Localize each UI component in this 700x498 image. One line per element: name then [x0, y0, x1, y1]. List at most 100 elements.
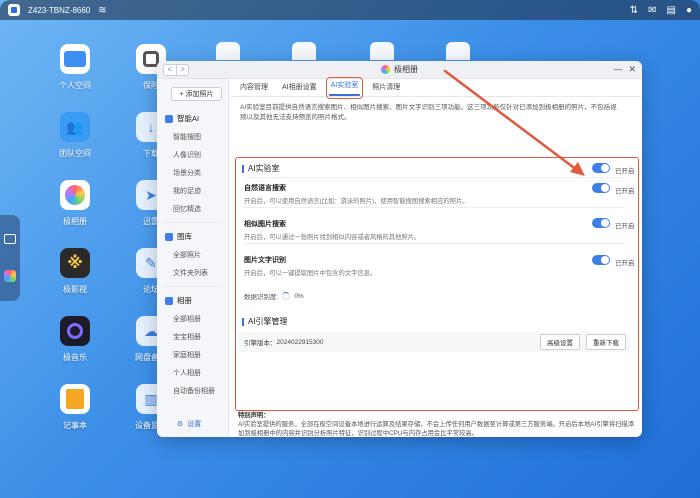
divider	[244, 207, 624, 208]
divider	[163, 222, 222, 223]
feature-similar-image: 相似图片搜索 开启后，可以通过一张照片找到相似内容或者风格的其他照片。	[244, 219, 624, 241]
feature-title: 自然语言搜索	[244, 185, 286, 192]
folder-icon	[60, 44, 90, 74]
top-bar: Z423-TBNZ-8660 ≋ ⇅ ✉ ▤ ●	[0, 0, 700, 20]
ai-lab-title: AI实验室	[242, 163, 280, 174]
window-title: 极相册	[157, 64, 642, 75]
sidebar-item-footprints[interactable]: 我的足迹	[157, 182, 228, 200]
divider	[244, 177, 624, 178]
team-folder-icon: 👥	[60, 112, 90, 142]
tab-photo-cleanup[interactable]: 照片清理	[370, 82, 402, 96]
main-content: 内容管理 AI相册设置 AI实验室 照片清理 AI实验室目前提供自然语言搜索图片…	[230, 77, 642, 437]
feature-desc: 开启后，可以使用自然语言(比如：游泳的照片)，使用智能搜图搜索相应的照片。	[244, 198, 469, 205]
sidebar-group-album[interactable]: 相册	[157, 291, 228, 310]
add-photos-button[interactable]: + 添加照片	[171, 87, 222, 101]
feature-natural-language: 自然语言搜索 开启后，可以使用自然语言(比如：游泳的照片)，使用智能搜图搜索相应…	[244, 183, 624, 205]
sidebar-group-ai[interactable]: 智能AI	[157, 109, 228, 128]
special-notice: 特别声明： AI实验室提供的服务，全部在极空间设备本地进行运算及结果存储，不会上…	[238, 411, 638, 437]
desktop-icon-label: 极影视	[63, 285, 87, 294]
transfer-icon[interactable]: ⇅	[630, 5, 638, 16]
sidebar-item-all-photos[interactable]: 全部照片	[157, 246, 228, 264]
progress-value: 0%	[294, 292, 304, 300]
settings-button[interactable]: ⚙ 设置	[177, 419, 201, 429]
sidebar-group-library[interactable]: 图库	[157, 227, 228, 246]
window-title-text: 极相册	[394, 65, 418, 74]
feature-title: 相似图片搜索	[244, 221, 286, 228]
sidebar-item-auto-backup[interactable]: 自动备份相册	[157, 382, 228, 400]
sidebar: + 添加照片 智能AI 智能搜图 人像识别 场景分类 我的足迹 回忆精选 图库 …	[157, 79, 229, 437]
feature-title: 图片文字识别	[244, 257, 286, 264]
sidebar-group-label: 图库	[177, 232, 192, 241]
desktop: Z423-TBNZ-8660 ≋ ⇅ ✉ ▤ ● 个人空间 👥 团队空间 极相册…	[0, 0, 700, 498]
settings-label: 设置	[187, 421, 202, 428]
progress-ring-icon	[282, 292, 291, 300]
desktop-icon-personal[interactable]: 个人空间	[45, 44, 105, 91]
message-icon[interactable]: ✉	[648, 5, 656, 16]
section-title-text: AI引擎管理	[248, 317, 288, 326]
sidebar-item-baby-album[interactable]: 宝宝相册	[157, 328, 228, 346]
toggle-status-label: 已开启	[615, 168, 635, 175]
notification-icon[interactable]: ▤	[667, 5, 676, 16]
desktop-icon-label: 记事本	[63, 421, 87, 430]
app-icon-partial	[370, 42, 394, 60]
similar-image-toggle[interactable]	[592, 218, 610, 228]
redownload-button[interactable]: 重新下载	[586, 334, 626, 350]
user-icon[interactable]: ●	[686, 5, 692, 16]
tab-ai-album-settings[interactable]: AI相册设置	[280, 82, 319, 96]
toggle-status-label: 已开启	[615, 260, 635, 267]
advanced-settings-button[interactable]: 高级设置	[540, 334, 580, 350]
video-icon: ※	[60, 248, 90, 278]
photos-app-icon	[381, 65, 390, 74]
ai-lab-master-toggle[interactable]	[592, 163, 610, 173]
desktop-icon-label: 极音乐	[63, 353, 87, 362]
feature-text-recognition: 图片文字识别 开启后，可以一键提取图片中包含的文字信息。	[244, 255, 624, 277]
sidebar-item-faces[interactable]: 人像识别	[157, 146, 228, 164]
desktop-icon-label: 团队空间	[59, 149, 91, 158]
sidebar-group-label: 相册	[177, 296, 192, 305]
text-recognition-toggle[interactable]	[592, 255, 610, 265]
sidebar-item-scenes[interactable]: 场景分类	[157, 164, 228, 182]
sidebar-item-memories[interactable]: 回忆精选	[157, 200, 228, 218]
toggle-status-label: 已开启	[615, 188, 635, 195]
natural-language-toggle[interactable]	[592, 183, 610, 193]
ai-icon	[165, 114, 173, 123]
notice-title: 特别声明：	[238, 412, 270, 419]
recognition-progress: 数据识别度: 0%	[244, 291, 304, 301]
desktop-icon-music[interactable]: 极音乐	[45, 316, 105, 363]
progress-label: 数据识别度:	[244, 294, 279, 301]
sidebar-item-folders[interactable]: 文件夹列表	[157, 264, 228, 282]
album-icon	[165, 296, 173, 305]
desktop-icon-label: 个人空间	[59, 81, 91, 90]
tab-content-management[interactable]: 内容管理	[238, 82, 270, 96]
photos-icon	[60, 180, 90, 210]
photos-dock-icon[interactable]	[4, 270, 16, 282]
gear-icon: ⚙	[177, 421, 184, 428]
desktop-icon-photos[interactable]: 极相册	[45, 180, 105, 227]
divider	[163, 286, 222, 287]
logo-icon[interactable]	[8, 4, 20, 16]
engine-title: AI引擎管理	[242, 316, 288, 327]
divider	[244, 243, 624, 244]
section-title-text: AI实验室	[248, 164, 280, 173]
engine-version-label: 引擎版本：	[244, 340, 277, 347]
side-dock	[0, 215, 20, 301]
drive-icon[interactable]	[4, 234, 16, 244]
feature-desc: 开启后，可以一键提取图片中包含的文字信息。	[244, 270, 377, 277]
tab-ai-lab[interactable]: AI实验室	[325, 77, 364, 99]
app-icon-partial	[446, 42, 470, 60]
sidebar-item-family-album[interactable]: 家庭相册	[157, 346, 228, 364]
desktop-icon-notes[interactable]: 记事本	[45, 384, 105, 431]
app-icon-partial	[292, 42, 316, 60]
sidebar-item-personal-album[interactable]: 个人相册	[157, 364, 228, 382]
intro-text: AI实验室目前提供自然语言搜索图片、相似图片搜索、图片文字识别三项功能。这三项功…	[240, 104, 617, 121]
desktop-icon-video[interactable]: ※ 极影视	[45, 248, 105, 295]
sidebar-item-smart-search[interactable]: 智能搜图	[157, 128, 228, 146]
desktop-icon-label: 极相册	[63, 217, 87, 226]
sidebar-item-all-albums[interactable]: 全部相册	[157, 310, 228, 328]
photo-album-window: < > 极相册 — ✕ + 添加照片 智能AI 智能搜图 人像识别 场景分类 我…	[157, 61, 642, 437]
note-icon	[60, 384, 90, 414]
sidebar-group-label: 智能AI	[177, 114, 200, 123]
wifi-icon: ≋	[98, 4, 107, 16]
window-titlebar: < > 极相册 — ✕	[157, 61, 642, 79]
desktop-icon-team[interactable]: 👥 团队空间	[45, 112, 105, 159]
